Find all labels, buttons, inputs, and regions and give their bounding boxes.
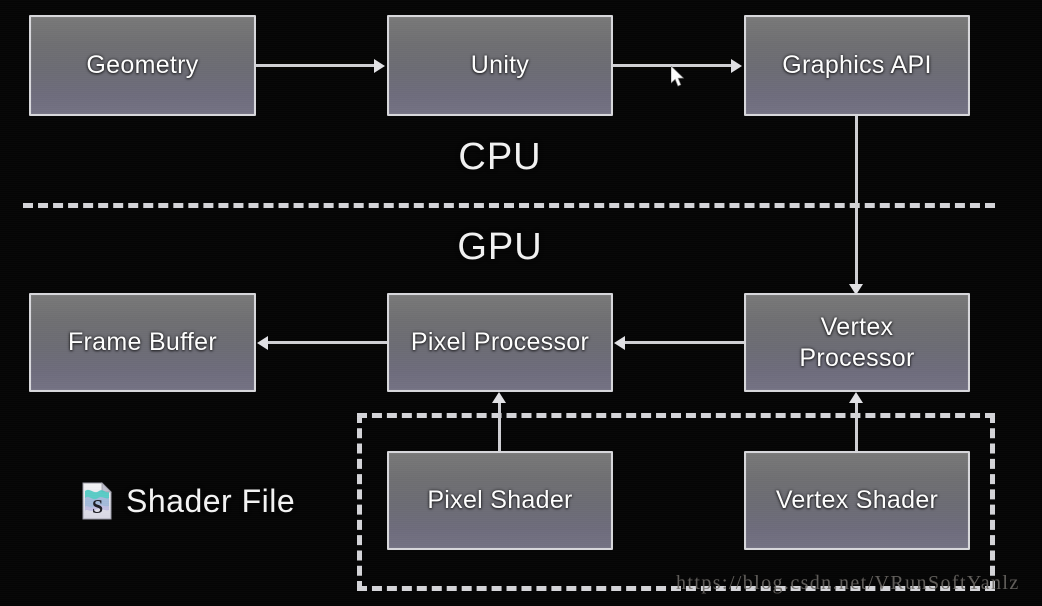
node-graphics-api-label: Graphics API xyxy=(782,51,932,80)
connector-pixel-processor-to-frame-buffer xyxy=(268,341,387,344)
diagram-canvas: Geometry Unity Graphics API CPU GPU Fram… xyxy=(0,0,1042,606)
node-geometry-label: Geometry xyxy=(86,51,199,80)
node-vertex-shader-label: Vertex Shader xyxy=(775,486,939,515)
arrow-right-icon xyxy=(731,59,742,73)
node-vertex-processor[interactable]: Vertex Processor xyxy=(744,293,970,392)
node-geometry[interactable]: Geometry xyxy=(29,15,256,116)
connector-pixel-shader-to-pixel-processor xyxy=(498,403,501,451)
gpu-text: GPU xyxy=(457,226,543,268)
node-unity[interactable]: Unity xyxy=(387,15,613,116)
node-pixel-processor[interactable]: Pixel Processor xyxy=(387,293,613,392)
node-pixel-processor-label: Pixel Processor xyxy=(410,328,590,357)
svg-text:S: S xyxy=(92,496,103,518)
node-vertex-shader[interactable]: Vertex Shader xyxy=(744,451,970,550)
cpu-gpu-divider xyxy=(23,203,995,208)
node-unity-label: Unity xyxy=(470,51,530,80)
connector-graphics-api-to-vertex-processor xyxy=(855,116,858,286)
node-frame-buffer-label: Frame Buffer xyxy=(67,328,218,357)
arrow-left-icon xyxy=(614,336,625,350)
node-vertex-processor-label: Vertex Processor xyxy=(799,313,915,372)
shader-file-label: Shader File xyxy=(126,482,296,519)
watermark-text: https://blog.csdn.net/VRunSoftYanlz xyxy=(676,572,1020,594)
section-label-gpu: GPU xyxy=(400,226,600,269)
connector-geometry-to-unity xyxy=(256,64,376,67)
node-frame-buffer[interactable]: Frame Buffer xyxy=(29,293,256,392)
arrow-up-icon xyxy=(492,392,506,403)
connector-vertex-processor-to-pixel-processor xyxy=(625,341,744,344)
shader-file-icon: S xyxy=(82,482,112,520)
arrow-left-icon xyxy=(257,336,268,350)
arrow-right-icon xyxy=(374,59,385,73)
connector-vertex-shader-to-vertex-processor xyxy=(855,403,858,451)
shader-file-legend: S Shader File xyxy=(82,482,295,520)
cpu-text: CPU xyxy=(458,136,542,178)
node-graphics-api[interactable]: Graphics API xyxy=(744,15,970,116)
node-pixel-shader-label: Pixel Shader xyxy=(427,486,573,515)
arrow-up-icon xyxy=(849,392,863,403)
mouse-cursor-icon xyxy=(670,65,687,88)
connector-unity-to-graphics-api xyxy=(613,64,733,67)
node-pixel-shader[interactable]: Pixel Shader xyxy=(387,451,613,550)
section-label-cpu: CPU xyxy=(400,136,600,179)
